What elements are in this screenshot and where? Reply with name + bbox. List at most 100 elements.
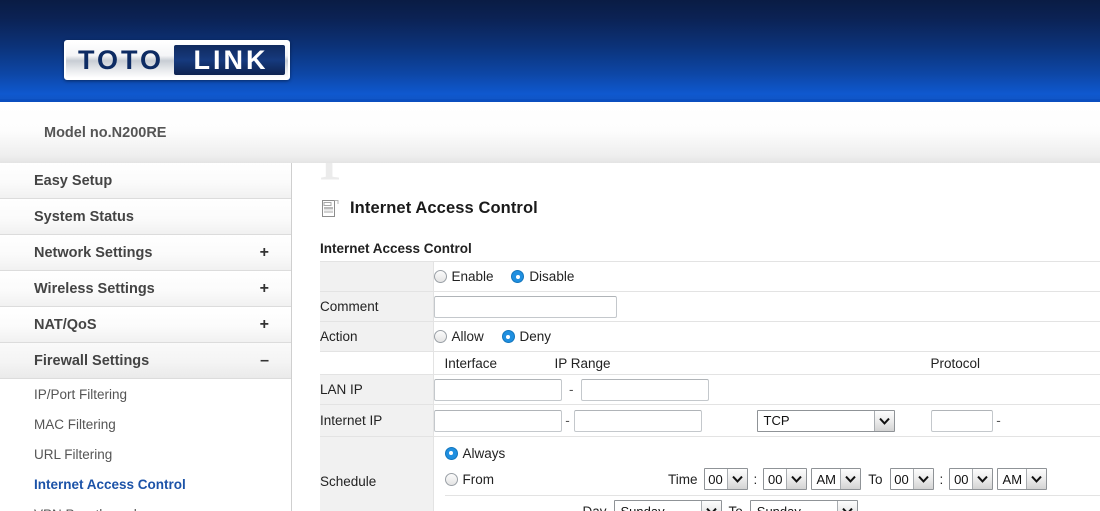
radio-disable[interactable]: Disable — [511, 269, 574, 284]
time-to-minute-select[interactable]: 00 — [949, 468, 994, 490]
internet-ip-range-separator: - — [565, 413, 570, 428]
time-from-minute-select[interactable]: 00 — [763, 468, 808, 490]
lan-ip-from-input[interactable] — [433, 378, 562, 401]
sidebar-subitem-label: URL Filtering — [34, 446, 113, 462]
radio-deny-icon[interactable] — [501, 330, 515, 343]
radio-from-icon[interactable] — [444, 472, 458, 486]
chevron-down-icon[interactable] — [1026, 469, 1047, 489]
protocol-select[interactable]: TCP — [756, 409, 895, 432]
schedule-label-cell: Schedule — [320, 436, 434, 511]
port-from-input[interactable] — [930, 409, 993, 432]
day-to-select[interactable]: Sunday — [749, 500, 858, 511]
brand-logo[interactable]: TOTO LINK — [64, 40, 290, 80]
sidebar-item-internet-access-control[interactable]: Internet Access Control — [0, 469, 291, 499]
time-from-meridiem-value: AM — [816, 471, 837, 487]
sidebar-subitem-label: Internet Access Control — [34, 476, 186, 492]
sidebar-item-label: Network Settings — [34, 244, 153, 261]
radio-always[interactable]: Always — [444, 445, 506, 461]
radio-disable-icon[interactable] — [511, 270, 525, 283]
table-row-column-headers: Interface IP Range Protocol — [320, 351, 1100, 375]
radio-always-icon[interactable] — [444, 446, 458, 460]
logo-toto-text: TOTO — [78, 44, 165, 75]
radio-from[interactable]: From — [444, 472, 494, 487]
sidebar-item-ip-port-filtering[interactable]: IP/Port Filtering — [0, 379, 291, 409]
schedule-panel: Always From Time 00: 00 AM To 00: 00 A… — [434, 437, 1100, 511]
action-value-cell: Allow Deny — [433, 321, 1100, 352]
schedule-always-row: Always — [434, 440, 1100, 466]
sidebar-item-system-status[interactable]: System Status — [0, 199, 291, 235]
chevron-down-icon[interactable] — [972, 469, 993, 489]
radio-allow[interactable]: Allow — [433, 329, 488, 344]
internet-ip-label-cell: Internet IP — [320, 404, 434, 437]
day-from-select[interactable]: Sunday — [613, 500, 722, 511]
sidebar-item-wireless-settings[interactable]: Wireless Settings + — [0, 271, 291, 307]
collapse-minus-icon[interactable]: – — [260, 352, 269, 369]
table-row-schedule: Schedule Always From Time 00: 00 AM To … — [320, 436, 1100, 511]
time-from-minute-value: 00 — [768, 471, 783, 487]
expand-plus-icon[interactable]: + — [260, 280, 269, 297]
time-to-label: To — [868, 471, 883, 487]
chevron-down-icon[interactable] — [726, 469, 747, 489]
comment-input[interactable] — [433, 295, 617, 318]
sidebar-item-label: Wireless Settings — [34, 280, 155, 297]
comment-value-cell — [433, 291, 1100, 322]
columns-header-cell: Interface IP Range Protocol — [433, 351, 1100, 375]
page-title: Internet Access Control — [350, 199, 538, 217]
time-to-hour-select[interactable]: 00 — [889, 468, 934, 490]
lan-ip-label: LAN IP — [320, 382, 363, 397]
time-from-hour-select[interactable]: 00 — [703, 468, 748, 490]
chevron-down-icon[interactable] — [840, 469, 861, 489]
model-number-label: Model no.N200RE — [44, 125, 167, 141]
sidebar-item-label: NAT/QoS — [34, 316, 97, 333]
radio-deny-label: Deny — [519, 329, 552, 344]
column-header-ip-range: IP Range — [554, 355, 611, 371]
sidebar-item-url-filtering[interactable]: URL Filtering — [0, 439, 291, 469]
state-label-cell — [320, 261, 434, 292]
schedule-value-cell: Always From Time 00: 00 AM To 00: 00 A… — [433, 436, 1100, 511]
section-title: Internet Access Control — [320, 241, 472, 256]
radio-always-label: Always — [462, 445, 506, 461]
day-label: Day — [582, 503, 607, 511]
sidebar-item-network-settings[interactable]: Network Settings + — [0, 235, 291, 271]
internet-ip-label: Internet IP — [320, 413, 383, 428]
columns-spacer-cell — [320, 351, 434, 375]
schedule-day-controls: Day Sunday To Sunday — [444, 495, 1100, 511]
main-content: Internet Access Control Internet Access … — [293, 163, 1100, 511]
table-row-internet-ip: Internet IP - TCP - — [320, 404, 1100, 437]
schedule-from-row: From Time 00: 00 AM To 00: 00 AM — [434, 466, 1100, 492]
radio-enable[interactable]: Enable — [433, 269, 498, 284]
radio-enable-icon[interactable] — [433, 270, 447, 283]
internet-ip-from-input[interactable] — [433, 409, 562, 432]
sidebar-item-easy-setup[interactable]: Easy Setup — [0, 163, 291, 199]
time-from-meridiem-select[interactable]: AM — [811, 468, 862, 490]
expand-plus-icon[interactable]: + — [260, 244, 269, 261]
sidebar-item-nat-qos[interactable]: NAT/QoS + — [0, 307, 291, 343]
table-row-lan-ip: LAN IP - — [320, 374, 1100, 405]
time-to-meridiem-select[interactable]: AM — [997, 468, 1048, 490]
lan-ip-to-input[interactable] — [581, 378, 710, 401]
radio-deny[interactable]: Deny — [501, 329, 552, 344]
chevron-down-icon[interactable] — [700, 501, 721, 511]
sidebar-subitem-label: MAC Filtering — [34, 416, 116, 432]
expand-plus-icon[interactable]: + — [260, 316, 269, 333]
internet-access-control-form: Enable Disable Comment Action Allow Deny… — [320, 261, 1100, 511]
sidebar-navigation: Easy Setup System Status Network Setting… — [0, 163, 292, 511]
table-row-action: Action Allow Deny — [320, 321, 1100, 352]
time-to-minute-value: 00 — [954, 471, 969, 487]
chevron-down-icon[interactable] — [912, 469, 933, 489]
radio-enable-label: Enable — [451, 269, 494, 284]
time-to-meridiem-value: AM — [1002, 471, 1023, 487]
chevron-down-icon[interactable] — [836, 501, 857, 511]
day-to-value: Sunday — [756, 503, 801, 511]
sidebar-item-firewall-settings[interactable]: Firewall Settings – — [0, 343, 291, 379]
sidebar-item-vpn-passthrough[interactable]: VPN Passthrough — [0, 499, 291, 511]
time-from-hour-value: 00 — [708, 471, 723, 487]
sidebar-item-label: Easy Setup — [34, 172, 113, 189]
chevron-down-icon[interactable] — [786, 469, 807, 489]
radio-allow-icon[interactable] — [433, 330, 447, 343]
sidebar-item-mac-filtering[interactable]: MAC Filtering — [0, 409, 291, 439]
lan-ip-value-cell: - — [433, 374, 1100, 405]
internet-ip-value-cell: - TCP - — [433, 404, 1100, 437]
internet-ip-to-input[interactable] — [573, 409, 702, 432]
chevron-down-icon[interactable] — [873, 410, 894, 431]
